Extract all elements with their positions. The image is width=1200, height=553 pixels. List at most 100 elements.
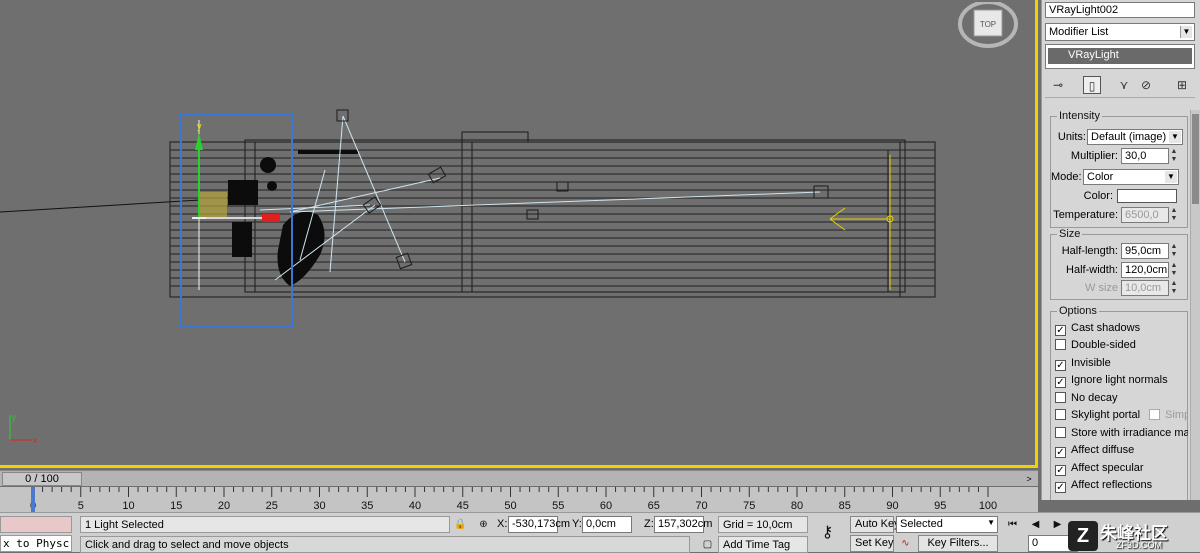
spinner-arrows-icon: ▲ ▼ (1170, 243, 1178, 258)
units-dropdown[interactable]: Default (image) ▼ (1087, 129, 1183, 145)
option-invisible[interactable]: ✓ Invisible (1055, 357, 1111, 373)
pin-stack-icon[interactable]: ⊸ (1049, 76, 1067, 94)
z-label: Z: (644, 518, 654, 530)
w-size-spinner[interactable]: 10,0cm ▲ ▼ (1121, 280, 1177, 296)
option-simple[interactable]: Simple (1149, 409, 1188, 421)
options-title: Options (1057, 305, 1099, 317)
checkbox-icon (1149, 409, 1161, 420)
svg-text:TOP: TOP (980, 20, 996, 29)
go-to-start-icon[interactable]: ⏮ (1005, 517, 1020, 532)
mode-label: Mode: (1051, 171, 1082, 183)
time-slider[interactable]: 0 / 100 > (0, 470, 1038, 486)
track-tick-label: 40 (409, 500, 421, 512)
track-tick-label: 85 (839, 500, 851, 512)
temperature-spinner[interactable]: 6500,0 ▲ ▼ (1121, 207, 1177, 223)
color-label: Color: (1083, 190, 1113, 202)
lock-selection-icon[interactable]: 🔒 (453, 517, 468, 532)
checkbox-icon (1055, 339, 1066, 350)
option-double-sided[interactable]: Double-sided (1055, 339, 1136, 355)
size-title: Size (1057, 228, 1083, 240)
option-store-with-irradiance-map[interactable]: Store with irradiance map (1055, 427, 1188, 443)
track-tick-label: 95 (934, 500, 946, 512)
multiplier-spinner[interactable]: 30,0 ▲ ▼ (1121, 148, 1177, 164)
top-viewport[interactable]: y y x TOP (0, 0, 1038, 468)
checkbox-icon: ✓ (1055, 377, 1066, 388)
track-tick-label: 35 (361, 500, 373, 512)
command-panel-scrollbar[interactable] (1190, 110, 1200, 500)
option-cast-shadows[interactable]: ✓ Cast shadows (1055, 322, 1140, 338)
track-tick-label: 5 (78, 500, 84, 512)
units-label: Units: (1057, 131, 1086, 143)
option-no-decay[interactable]: No decay (1055, 392, 1117, 408)
track-tick-label: 100 (979, 500, 997, 512)
track-tick-label: 80 (791, 500, 803, 512)
checkbox-icon: ✓ (1055, 447, 1066, 458)
track-tick-label: 30 (313, 500, 325, 512)
option-affect-reflections[interactable]: ✓ Affect reflections (1055, 479, 1152, 495)
chevron-down-icon: ▼ (1169, 131, 1181, 143)
option-affect-specular[interactable]: ✓ Affect specular (1055, 462, 1144, 478)
intensity-title: Intensity (1057, 110, 1102, 122)
play-icon[interactable]: ▶ (1050, 517, 1065, 532)
grid-size-display: Grid = 10,0cm (718, 516, 808, 533)
viewcube[interactable]: TOP (958, 2, 1018, 50)
mode-dropdown[interactable]: Color ▼ (1083, 169, 1179, 185)
checkbox-icon (1055, 427, 1066, 438)
make-unique-icon[interactable]: ⋎ (1115, 76, 1133, 94)
modifier-list-dropdown[interactable]: Modifier List ▼ (1045, 23, 1195, 41)
watermark-url: ZF3D.COM (1116, 540, 1162, 550)
key-mode-dropdown[interactable]: Selected ▼ (896, 516, 998, 533)
previous-frame-icon[interactable]: ◀ (1028, 517, 1043, 532)
track-tick-label: 75 (743, 500, 755, 512)
spinner-arrows-icon: ▲ ▼ (1170, 148, 1178, 163)
track-bar[interactable]: 0510152025303540455055606570758085909510… (0, 487, 1038, 513)
maxscript-listener-input[interactable]: x to Physc (0, 535, 72, 552)
option-affect-diffuse[interactable]: ✓ Affect diffuse (1055, 444, 1134, 460)
color-swatch[interactable] (1117, 189, 1177, 203)
temperature-label: Temperature: (1053, 209, 1118, 221)
track-tick-label: 60 (600, 500, 612, 512)
option-ignore-light-normals[interactable]: ✓ Ignore light normals (1055, 374, 1168, 390)
object-name-field[interactable]: VRayLight002 (1045, 2, 1195, 18)
track-tick-label: 15 (170, 500, 182, 512)
svg-text:y: y (197, 121, 202, 131)
y-label: Y: (572, 518, 582, 530)
next-frame-arrow-icon[interactable]: > (1022, 472, 1036, 486)
track-tick-label: 45 (457, 500, 469, 512)
spinner-arrows-icon: ▲ ▼ (1170, 207, 1178, 222)
set-key-button[interactable]: Set Key (850, 535, 894, 552)
stack-item-vraylight[interactable]: VRayLight (1048, 48, 1192, 64)
track-tick-label: 50 (504, 500, 516, 512)
time-tag-icon[interactable]: ▢ (700, 537, 715, 552)
x-coordinate-input[interactable]: -530,173cm (508, 516, 570, 533)
y-coordinate-input[interactable]: 0,0cm (582, 516, 632, 533)
half-length-spinner[interactable]: 95,0cm ▲ ▼ (1121, 243, 1177, 259)
track-tick-label: 55 (552, 500, 564, 512)
checkbox-icon: ✓ (1055, 325, 1066, 336)
viewport-scene[interactable]: y y x (0, 0, 1038, 468)
half-width-spinner[interactable]: 120,0cm ▲ ▼ (1121, 262, 1177, 278)
watermark: Z 朱峰社区 ZF3D.COM (1066, 519, 1200, 553)
show-end-result-icon[interactable]: ▯ (1083, 76, 1101, 94)
absolute-mode-icon[interactable]: ⊕ (476, 517, 491, 532)
configure-sets-icon[interactable]: ⊞ (1173, 76, 1191, 94)
scrollbar-thumb[interactable] (1192, 114, 1199, 204)
vraylight-parameters: Intensity Units: Default (image) ▼ Multip… (1042, 110, 1188, 500)
checkbox-icon: ✓ (1055, 482, 1066, 493)
time-slider-thumb[interactable]: 0 / 100 (2, 472, 82, 486)
zf3d-logo-icon: Z (1068, 521, 1098, 551)
key-icon[interactable]: ⚷ (820, 525, 835, 541)
curve-icon[interactable]: ∿ (898, 536, 913, 551)
option-skylight-portal[interactable]: Skylight portal Simple (1055, 409, 1188, 425)
key-filters-button[interactable]: Key Filters... (918, 535, 998, 552)
chevron-down-icon: ▼ (987, 518, 995, 527)
modifier-stack: VRayLight (1045, 44, 1195, 69)
z-coordinate-input[interactable]: 157,302cm (654, 516, 712, 533)
half-length-label: Half-length: (1061, 245, 1118, 257)
remove-modifier-icon[interactable]: ⊘ (1137, 76, 1155, 94)
add-time-tag-button[interactable]: Add Time Tag (718, 536, 808, 553)
maxscript-listener-top[interactable] (0, 516, 72, 533)
checkbox-icon (1055, 392, 1066, 403)
auto-key-button[interactable]: Auto Key (850, 516, 900, 533)
stack-toolbar: ⊸ ▯ ⋎ ⊘ ⊞ (1045, 72, 1195, 98)
